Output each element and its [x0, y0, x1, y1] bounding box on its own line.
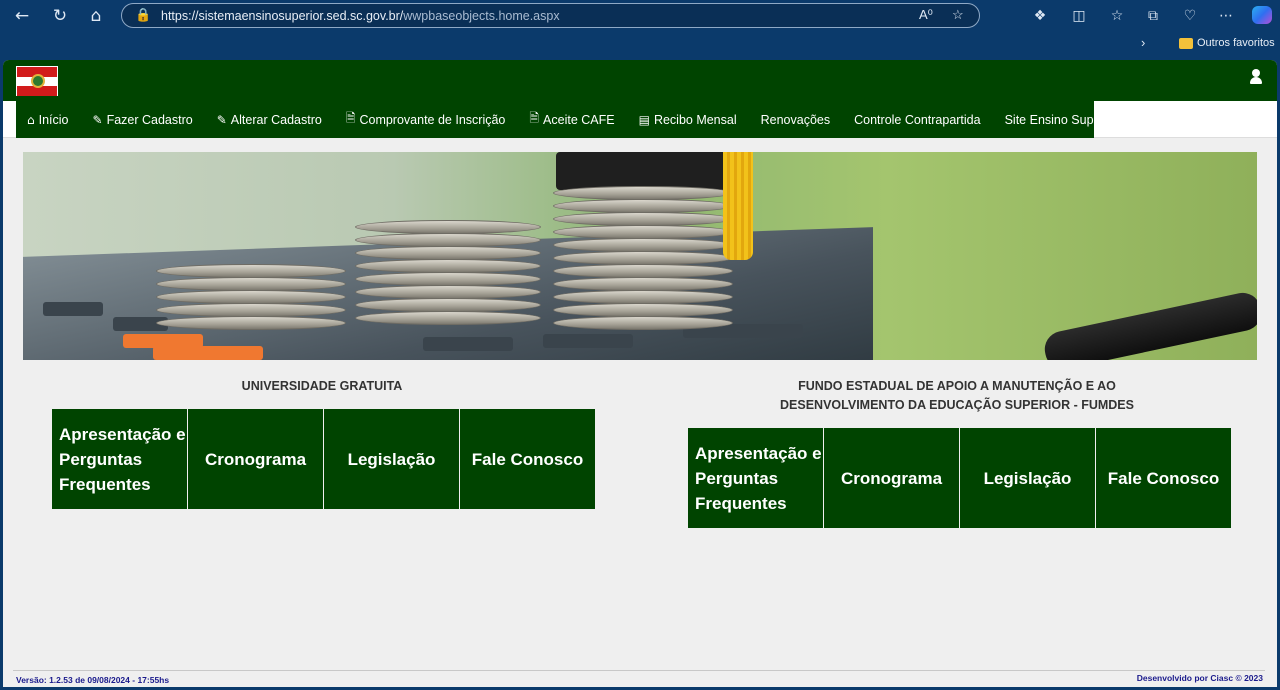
menu-item-label: Controle Contrapartida [854, 112, 981, 127]
chevron-right-icon[interactable]: › [1141, 35, 1145, 50]
favorites-icon[interactable]: ☆ [1105, 4, 1129, 28]
section-title-universidade-gratuita: UNIVERSIDADE GRATUITA [241, 379, 403, 393]
browser-essentials-icon[interactable]: ♡ [1178, 4, 1202, 28]
coin-stack [355, 220, 541, 330]
universidade-gratuita-buttons: Apresentação e Perguntas Frequentes Cron… [52, 409, 595, 509]
favorites-folder[interactable]: Outros favoritos [1197, 37, 1275, 49]
page-viewport: ⌂ Início ✎ Fazer Cadastro ✎ Alterar Cada… [3, 60, 1277, 687]
menu-item-label: Site Ensino Superior [1004, 112, 1119, 127]
main-menu: ⌂ Início ✎ Fazer Cadastro ✎ Alterar Cada… [16, 101, 1119, 138]
section-title-line: FUNDO ESTADUAL DE APOIO A MANUTENÇÃO E A… [798, 379, 1116, 393]
tile-apresentacao[interactable]: Apresentação e Perguntas Frequentes [688, 428, 823, 528]
collections-icon[interactable]: ⧉ [1141, 4, 1165, 28]
coin-stack [553, 186, 733, 330]
home-icon: ⌂ [27, 112, 35, 127]
home-icon[interactable]: ⌂ [84, 4, 108, 28]
tassel [723, 152, 753, 260]
extensions-icon[interactable]: ❖ [1028, 4, 1052, 28]
menu-item-label: Recibo Mensal [653, 112, 737, 127]
url-text[interactable]: https://sistemaensinosuperior.sed.sc.gov… [161, 9, 560, 23]
menu-item-renovacoes[interactable]: Renovações [761, 113, 831, 127]
tile-cronograma[interactable]: Cronograma [824, 428, 959, 528]
copilot-icon[interactable] [1252, 6, 1272, 24]
edit-icon: ✎ [92, 112, 103, 127]
more-icon[interactable]: ⋯ [1214, 4, 1238, 28]
card-icon: ▤ [638, 112, 650, 127]
fumdes-buttons: Apresentação e Perguntas Frequentes Cron… [688, 428, 1231, 528]
menu-item-aceite-cafe[interactable]: 🗎 Aceite CAFE [529, 109, 614, 130]
menu-item-label: Renovações [760, 112, 831, 127]
menu-item-label: Aceite CAFE [543, 112, 615, 127]
tile-fale-conosco[interactable]: Fale Conosco [1096, 428, 1231, 528]
tile-cronograma[interactable]: Cronograma [188, 409, 323, 509]
coin-stack [156, 264, 346, 334]
edit-icon: ✎ [216, 112, 227, 127]
graduation-cap [556, 152, 732, 190]
back-icon[interactable]: ← [10, 4, 34, 28]
version-text: Versão: 1.2.53 de 09/08/2024 - 17:55hs [16, 675, 170, 685]
url-main: https://sistemaensinosuperior.sed.sc.gov… [161, 9, 404, 23]
menu-item-comprovante[interactable]: 🗎 Comprovante de Inscrição [346, 109, 506, 130]
menu-item-label: Comprovante de Inscrição [359, 112, 506, 127]
refresh-icon[interactable]: ↻ [48, 4, 72, 28]
section-title-line: DESENVOLVIMENTO DA EDUCAÇÃO SUPERIOR - F… [780, 398, 1134, 412]
menu-item-label: Fazer Cadastro [106, 112, 193, 127]
pen-image [1041, 289, 1257, 360]
read-aloud-icon[interactable]: A⁰ [919, 7, 933, 23]
santa-catarina-flag-logo[interactable] [16, 66, 58, 96]
footer-divider [13, 670, 1265, 671]
folder-icon [1179, 38, 1193, 49]
menu-item-label: Alterar Cadastro [230, 112, 322, 127]
browser-chrome: ← ↻ ⌂ 🔒 https://sistemaensinosuperior.se… [0, 0, 1280, 60]
menu-item-label: Início [38, 112, 69, 127]
tile-fale-conosco[interactable]: Fale Conosco [460, 409, 595, 509]
document-icon: 🗎 [529, 111, 540, 125]
url-path: wwpbaseobjects.home.aspx [403, 9, 560, 23]
menu-item-fazer-cadastro[interactable]: ✎ Fazer Cadastro [93, 113, 193, 127]
menu-item-inicio[interactable]: ⌂ Início [27, 113, 69, 127]
pdf-icon: 🗎 [345, 111, 356, 125]
tile-legislacao[interactable]: Legislação [324, 409, 459, 509]
menu-item-site-ensino-superior[interactable]: Site Ensino Superior [1005, 113, 1119, 127]
split-screen-icon[interactable]: ◫ [1067, 4, 1091, 28]
section-title-fumdes: FUNDO ESTADUAL DE APOIO A MANUTENÇÃO E A… [687, 377, 1227, 415]
lock-icon[interactable]: 🔒 [135, 7, 151, 23]
user-icon[interactable] [1249, 69, 1263, 85]
banner-image [23, 152, 1257, 360]
favorite-star-icon[interactable]: ☆ [952, 7, 964, 23]
tile-legislacao[interactable]: Legislação [960, 428, 1095, 528]
developer-text: Desenvolvido por Ciasc © 2023 [1136, 673, 1263, 683]
menu-item-recibo-mensal[interactable]: ▤ Recibo Mensal [639, 113, 737, 127]
menu-item-controle-contrapartida[interactable]: Controle Contrapartida [854, 113, 980, 127]
address-bar[interactable]: 🔒 https://sistemaensinosuperior.sed.sc.g… [121, 3, 980, 28]
tile-apresentacao[interactable]: Apresentação e Perguntas Frequentes [52, 409, 187, 509]
menu-item-alterar-cadastro[interactable]: ✎ Alterar Cadastro [217, 113, 322, 127]
